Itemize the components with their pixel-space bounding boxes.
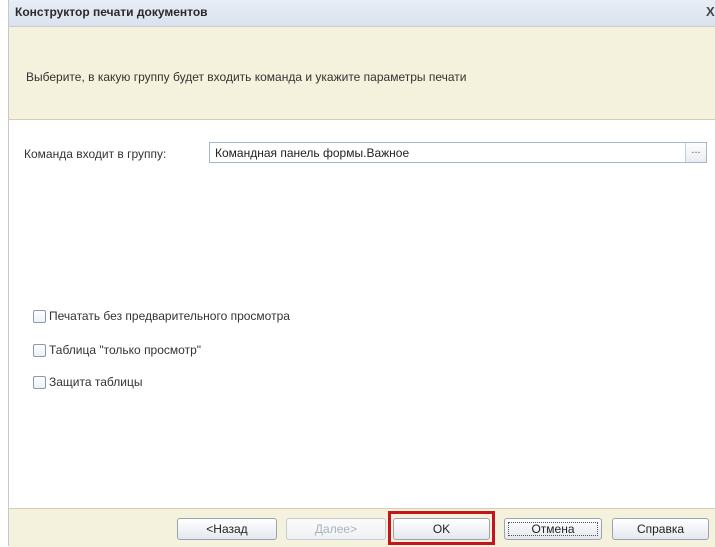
print-without-preview-label[interactable]: Печатать без предварительного просмотра — [49, 309, 290, 323]
group-select-button[interactable]: ... — [685, 143, 706, 162]
close-icon[interactable]: X — [706, 4, 715, 20]
help-button[interactable]: Справка — [612, 518, 709, 540]
table-protection-checkbox[interactable] — [33, 375, 46, 389]
next-button[interactable]: Далее> — [286, 518, 386, 540]
group-value: Командная панель формы.Важное — [215, 146, 410, 160]
button-bar: <Назад Далее> OK Отмена Справка — [9, 508, 715, 547]
cancel-button[interactable]: Отмена — [504, 518, 602, 540]
instruction-text: Выберите, в какую группу будет входить к… — [26, 70, 467, 84]
back-button[interactable]: <Назад — [177, 518, 277, 540]
group-label: Команда входит в группу: — [24, 147, 167, 161]
option-print-without-preview[interactable]: Печатать без предварительного просмотра — [33, 308, 290, 324]
option-table-protection[interactable]: Защита таблицы — [33, 374, 142, 390]
ok-button[interactable]: OK — [393, 518, 490, 540]
group-input[interactable]: Командная панель формы.Важное ... — [209, 142, 707, 163]
read-only-table-label[interactable]: Таблица "только просмотр" — [49, 343, 201, 357]
table-protection-label[interactable]: Защита таблицы — [49, 375, 142, 389]
print-constructor-dialog: Конструктор печати документов X Выберите… — [8, 0, 715, 547]
title-bar: Конструктор печати документов X — [9, 0, 715, 27]
print-without-preview-checkbox[interactable] — [33, 309, 46, 323]
instruction-panel: Выберите, в какую группу будет входить к… — [9, 27, 715, 120]
dialog-title: Конструктор печати документов — [15, 5, 208, 19]
option-read-only-table[interactable]: Таблица "только просмотр" — [33, 342, 201, 358]
read-only-table-checkbox[interactable] — [33, 343, 46, 357]
